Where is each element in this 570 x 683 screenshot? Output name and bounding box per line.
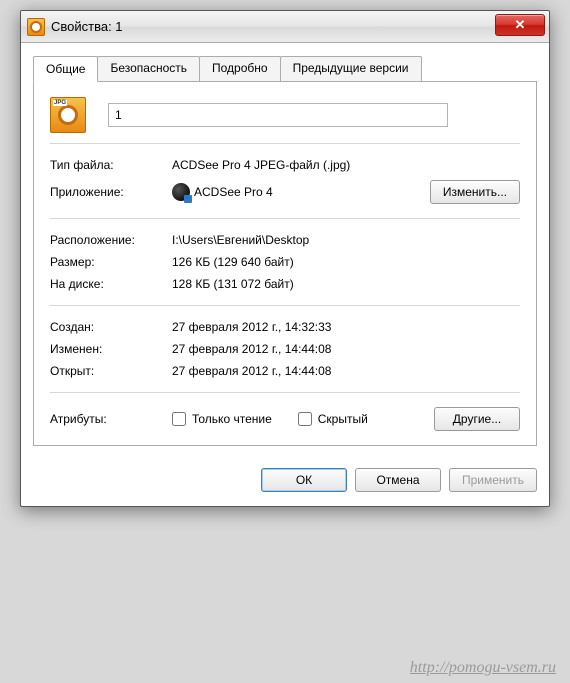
application-icon: [172, 183, 190, 201]
tab-security[interactable]: Безопасность: [97, 56, 200, 81]
readonly-checkbox[interactable]: [172, 412, 186, 426]
created-label: Создан:: [50, 320, 172, 334]
hidden-label: Скрытый: [318, 412, 368, 426]
separator: [50, 392, 520, 393]
dialog-footer: ОК Отмена Применить: [21, 456, 549, 506]
hidden-checkbox-wrap[interactable]: Скрытый: [298, 412, 368, 426]
properties-dialog: Свойства: 1 ✕ Общие Безопасность Подробн…: [20, 10, 550, 507]
hidden-checkbox[interactable]: [298, 412, 312, 426]
app-value: ACDSee Pro 4: [194, 185, 273, 199]
sizeondisk-value: 128 КБ (131 072 байт): [172, 277, 520, 291]
location-label: Расположение:: [50, 233, 172, 247]
tabstrip: Общие Безопасность Подробно Предыдущие в…: [33, 56, 537, 82]
ok-button[interactable]: ОК: [261, 468, 347, 492]
created-value: 27 февраля 2012 г., 14:32:33: [172, 320, 520, 334]
sizeondisk-label: На диске:: [50, 277, 172, 291]
window-icon: [27, 18, 45, 36]
tabpanel-general: Тип файла: ACDSee Pro 4 JPEG-файл (.jpg)…: [33, 81, 537, 446]
modified-value: 27 февраля 2012 г., 14:44:08: [172, 342, 520, 356]
separator: [50, 143, 520, 144]
readonly-label: Только чтение: [192, 412, 272, 426]
size-value: 126 КБ (129 640 байт): [172, 255, 520, 269]
accessed-value: 27 февраля 2012 г., 14:44:08: [172, 364, 520, 378]
modified-label: Изменен:: [50, 342, 172, 356]
file-type-icon: [50, 97, 86, 133]
accessed-label: Открыт:: [50, 364, 172, 378]
titlebar[interactable]: Свойства: 1 ✕: [21, 11, 549, 43]
close-button[interactable]: ✕: [495, 14, 545, 36]
cancel-button[interactable]: Отмена: [355, 468, 441, 492]
window-title: Свойства: 1: [51, 19, 123, 34]
app-label: Приложение:: [50, 185, 172, 199]
separator: [50, 305, 520, 306]
apply-button[interactable]: Применить: [449, 468, 537, 492]
location-value: I:\Users\Евгений\Desktop: [172, 233, 520, 247]
watermark-text: http://pomogu-vsem.ru: [410, 659, 556, 677]
tab-details[interactable]: Подробно: [199, 56, 281, 81]
tab-general[interactable]: Общие: [33, 56, 98, 82]
attributes-label: Атрибуты:: [50, 412, 172, 426]
separator: [50, 218, 520, 219]
change-app-button[interactable]: Изменить...: [430, 180, 520, 204]
filetype-value: ACDSee Pro 4 JPEG-файл (.jpg): [172, 158, 520, 172]
filename-input[interactable]: [108, 103, 448, 127]
size-label: Размер:: [50, 255, 172, 269]
advanced-attributes-button[interactable]: Другие...: [434, 407, 520, 431]
tab-previous[interactable]: Предыдущие версии: [280, 56, 422, 81]
content-area: Общие Безопасность Подробно Предыдущие в…: [21, 43, 549, 456]
readonly-checkbox-wrap[interactable]: Только чтение: [172, 412, 272, 426]
filetype-label: Тип файла:: [50, 158, 172, 172]
close-icon: ✕: [515, 17, 526, 33]
